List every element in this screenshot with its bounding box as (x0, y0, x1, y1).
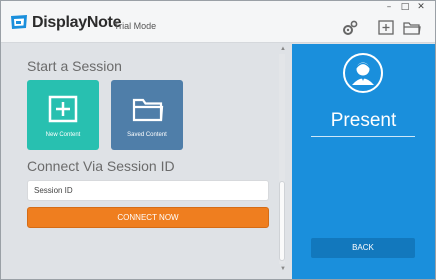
user-icon (343, 53, 383, 93)
new-content-label: New Content (45, 132, 81, 138)
saved-content-folder-icon (132, 98, 164, 122)
gear-icon[interactable] (342, 20, 358, 36)
saved-content-tile[interactable]: Saved Content (111, 80, 183, 150)
maximize-button[interactable]: □ (397, 1, 413, 13)
scroll-down-arrow-icon[interactable]: ▼ (280, 266, 286, 272)
connect-now-button[interactable]: CONNECT NOW (27, 207, 269, 228)
vertical-scrollbar[interactable] (279, 54, 285, 264)
app-window: DisplayNote Trial Mode – □ ✕ Start a Ses… (0, 0, 436, 280)
saved-content-label: Saved Content (127, 132, 167, 138)
present-divider (311, 136, 415, 137)
start-session-title: Start a Session (27, 58, 122, 74)
present-title: Present (330, 110, 397, 131)
scroll-thumb[interactable] (279, 181, 285, 261)
minimize-button[interactable]: – (381, 1, 397, 13)
trial-mode-label: Trial Mode (114, 21, 157, 31)
logo-icon (11, 15, 27, 29)
new-content-icon (48, 95, 78, 123)
title-bar: DisplayNote Trial Mode – □ ✕ (1, 1, 435, 43)
session-id-input[interactable]: Session ID (27, 180, 269, 201)
present-panel: Present BACK (292, 44, 435, 279)
back-button[interactable]: BACK (311, 238, 415, 258)
folder-icon[interactable] (403, 20, 421, 35)
window-controls: – □ ✕ (381, 1, 429, 13)
logo-text: DisplayNote (32, 14, 122, 31)
displaynote-logo: DisplayNote (9, 12, 121, 34)
add-icon[interactable] (378, 20, 394, 35)
new-content-tile[interactable]: New Content (27, 80, 99, 150)
start-session-panel: Start a Session New Content Saved Conten… (11, 44, 289, 278)
connect-session-title: Connect Via Session ID (27, 158, 175, 174)
scroll-up-arrow-icon[interactable]: ▲ (280, 46, 286, 52)
close-button[interactable]: ✕ (413, 1, 429, 13)
